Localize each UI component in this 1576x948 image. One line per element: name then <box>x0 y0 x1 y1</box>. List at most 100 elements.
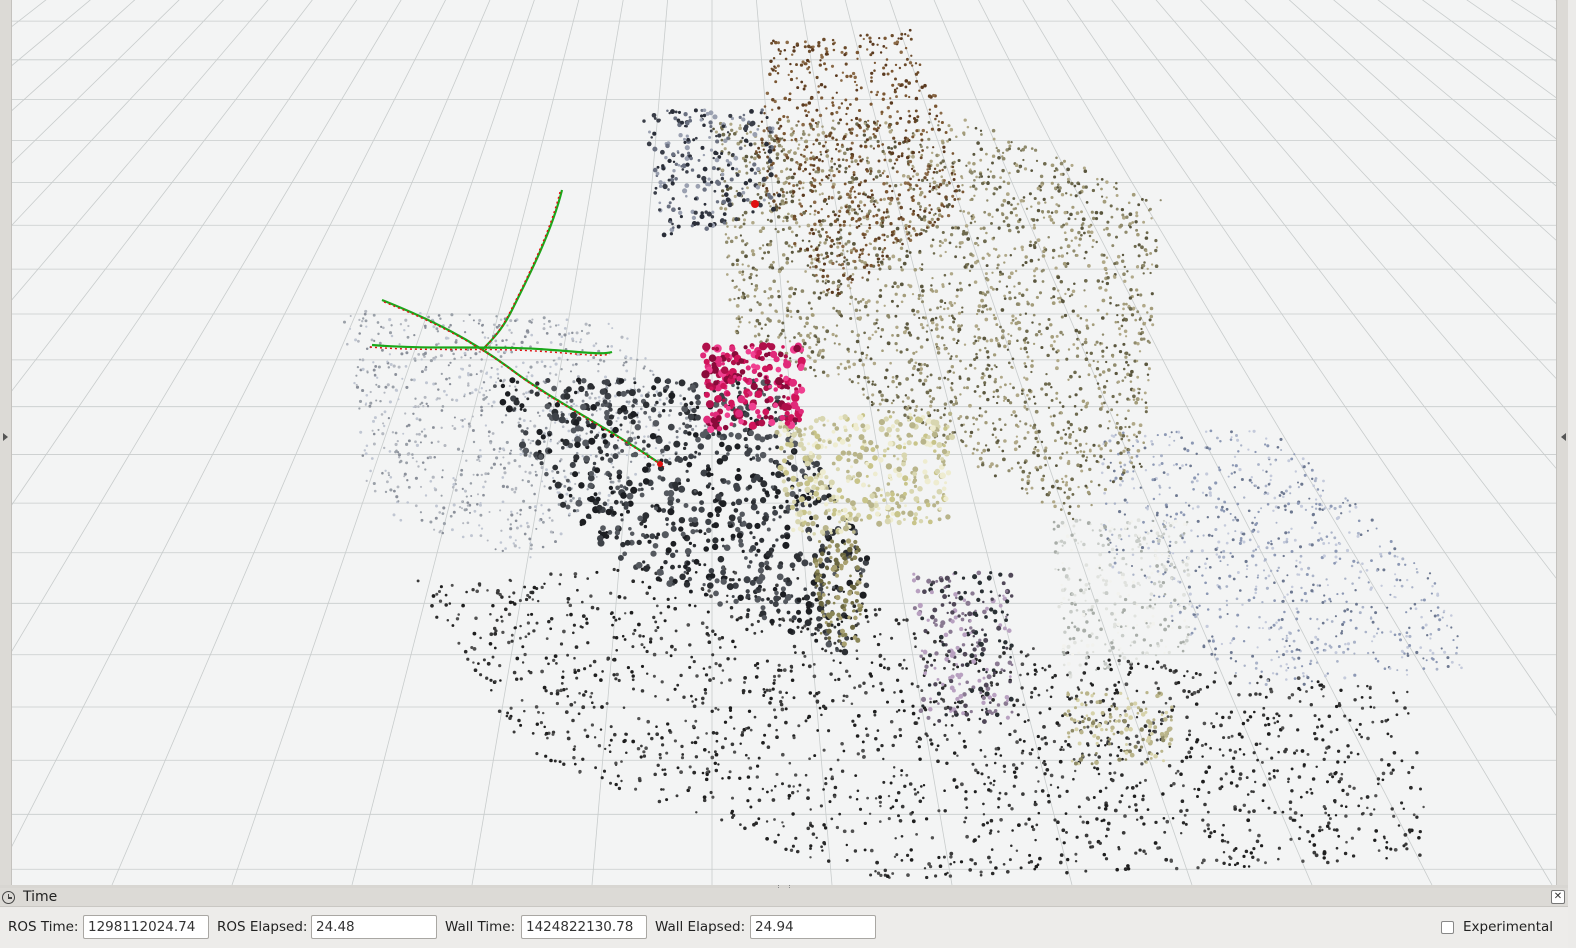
cloud-point <box>1121 431 1125 435</box>
cloud-point <box>1316 584 1320 587</box>
cloud-point <box>675 435 679 439</box>
cloud-point <box>512 542 516 545</box>
cloud-point <box>877 607 882 612</box>
cloud-point <box>737 288 741 292</box>
cloud-point <box>936 351 941 355</box>
cloud-point <box>407 324 410 328</box>
cloud-point <box>1020 245 1024 250</box>
cloud-point <box>1168 435 1171 438</box>
cloud-point <box>1319 494 1322 498</box>
cloud-point <box>970 217 974 221</box>
cloud-point <box>849 316 853 321</box>
cloud-point <box>507 461 511 465</box>
cloud-point <box>601 670 604 673</box>
cloud-point <box>649 418 652 422</box>
cloud-point <box>364 319 368 323</box>
cloud-point <box>448 377 451 380</box>
cloud-point <box>878 390 882 394</box>
point-cloud-scene[interactable] <box>12 0 1556 885</box>
cloud-point <box>781 321 785 325</box>
cloud-point <box>1067 511 1071 516</box>
left-dock-toggle[interactable] <box>0 0 12 885</box>
cloud-point <box>928 308 932 312</box>
cloud-point <box>549 572 553 576</box>
cloud-point <box>1097 806 1101 810</box>
cloud-point <box>812 368 816 372</box>
cloud-point <box>1155 513 1159 517</box>
3d-render-viewport[interactable] <box>12 0 1556 885</box>
cloud-point <box>1285 678 1288 681</box>
cloud-point <box>815 343 818 347</box>
cloud-point <box>1031 647 1035 651</box>
cloud-point <box>1373 838 1377 842</box>
cloud-point <box>1369 812 1373 816</box>
cloud-point <box>1280 617 1284 622</box>
cloud-point <box>968 283 971 287</box>
cloud-point <box>514 319 517 323</box>
cloud-point <box>414 359 417 362</box>
cloud-point <box>1223 501 1227 504</box>
cloud-point <box>936 306 940 310</box>
cloud-point <box>655 725 658 728</box>
cloud-point <box>748 275 752 280</box>
cloud-point <box>1073 769 1077 773</box>
cloud-point <box>1226 563 1229 566</box>
cloud-point <box>723 737 728 741</box>
cloud-point <box>1008 858 1012 862</box>
cloud-point <box>866 620 870 624</box>
grid-line <box>712 0 1556 885</box>
cloud-point <box>454 478 457 482</box>
cloud-point <box>479 636 482 640</box>
cloud-point <box>606 499 610 502</box>
cloud-point <box>1242 540 1246 544</box>
cloud-point <box>1276 720 1280 723</box>
cloud-point <box>388 318 392 322</box>
cloud-point <box>786 280 790 283</box>
cloud-point <box>1036 208 1041 213</box>
cloud-point <box>510 510 513 513</box>
cloud-point <box>786 119 791 123</box>
cloud-point <box>794 360 798 364</box>
cloud-point <box>1205 557 1209 561</box>
cloud-point <box>706 610 710 614</box>
cloud-point <box>989 829 993 833</box>
cloud-point <box>1175 494 1178 498</box>
cloud-point <box>1023 720 1027 723</box>
cloud-point <box>688 765 692 769</box>
cloud-point <box>1094 343 1097 346</box>
cloud-point <box>1343 760 1347 764</box>
cloud-point <box>1117 680 1121 684</box>
cloud-point <box>887 794 891 798</box>
cloud-point <box>1318 507 1322 511</box>
cloud-point <box>529 451 533 455</box>
cloud-point <box>673 606 678 611</box>
cloud-point <box>1104 786 1108 790</box>
cloud-point <box>888 129 893 134</box>
cloud-point <box>921 382 926 386</box>
cloud-point <box>485 676 489 680</box>
cloud-point <box>900 266 903 269</box>
cloud-point <box>372 432 376 436</box>
cloud-point <box>505 714 509 718</box>
cloud-point <box>992 192 996 196</box>
cloud-point <box>1430 592 1433 595</box>
cloud-point <box>1265 437 1268 440</box>
cloud-point <box>795 124 799 127</box>
cloud-point <box>1186 449 1190 453</box>
cloud-point <box>581 348 584 352</box>
cloud-point <box>936 346 941 351</box>
cloud-point <box>1043 668 1047 672</box>
cloud-point <box>1096 360 1100 364</box>
cloud-point <box>809 808 812 811</box>
cloud-point <box>989 860 993 864</box>
cloud-point <box>745 242 749 245</box>
cloud-point <box>1435 667 1439 671</box>
cloud-point <box>1142 700 1146 704</box>
cloud-point <box>1229 438 1233 441</box>
cloud-point <box>673 687 677 691</box>
cloud-point <box>1072 249 1076 253</box>
cloud-point <box>1165 819 1170 824</box>
cloud-point <box>1144 778 1147 782</box>
cloud-point <box>1157 595 1161 599</box>
cloud-point <box>1209 493 1213 497</box>
